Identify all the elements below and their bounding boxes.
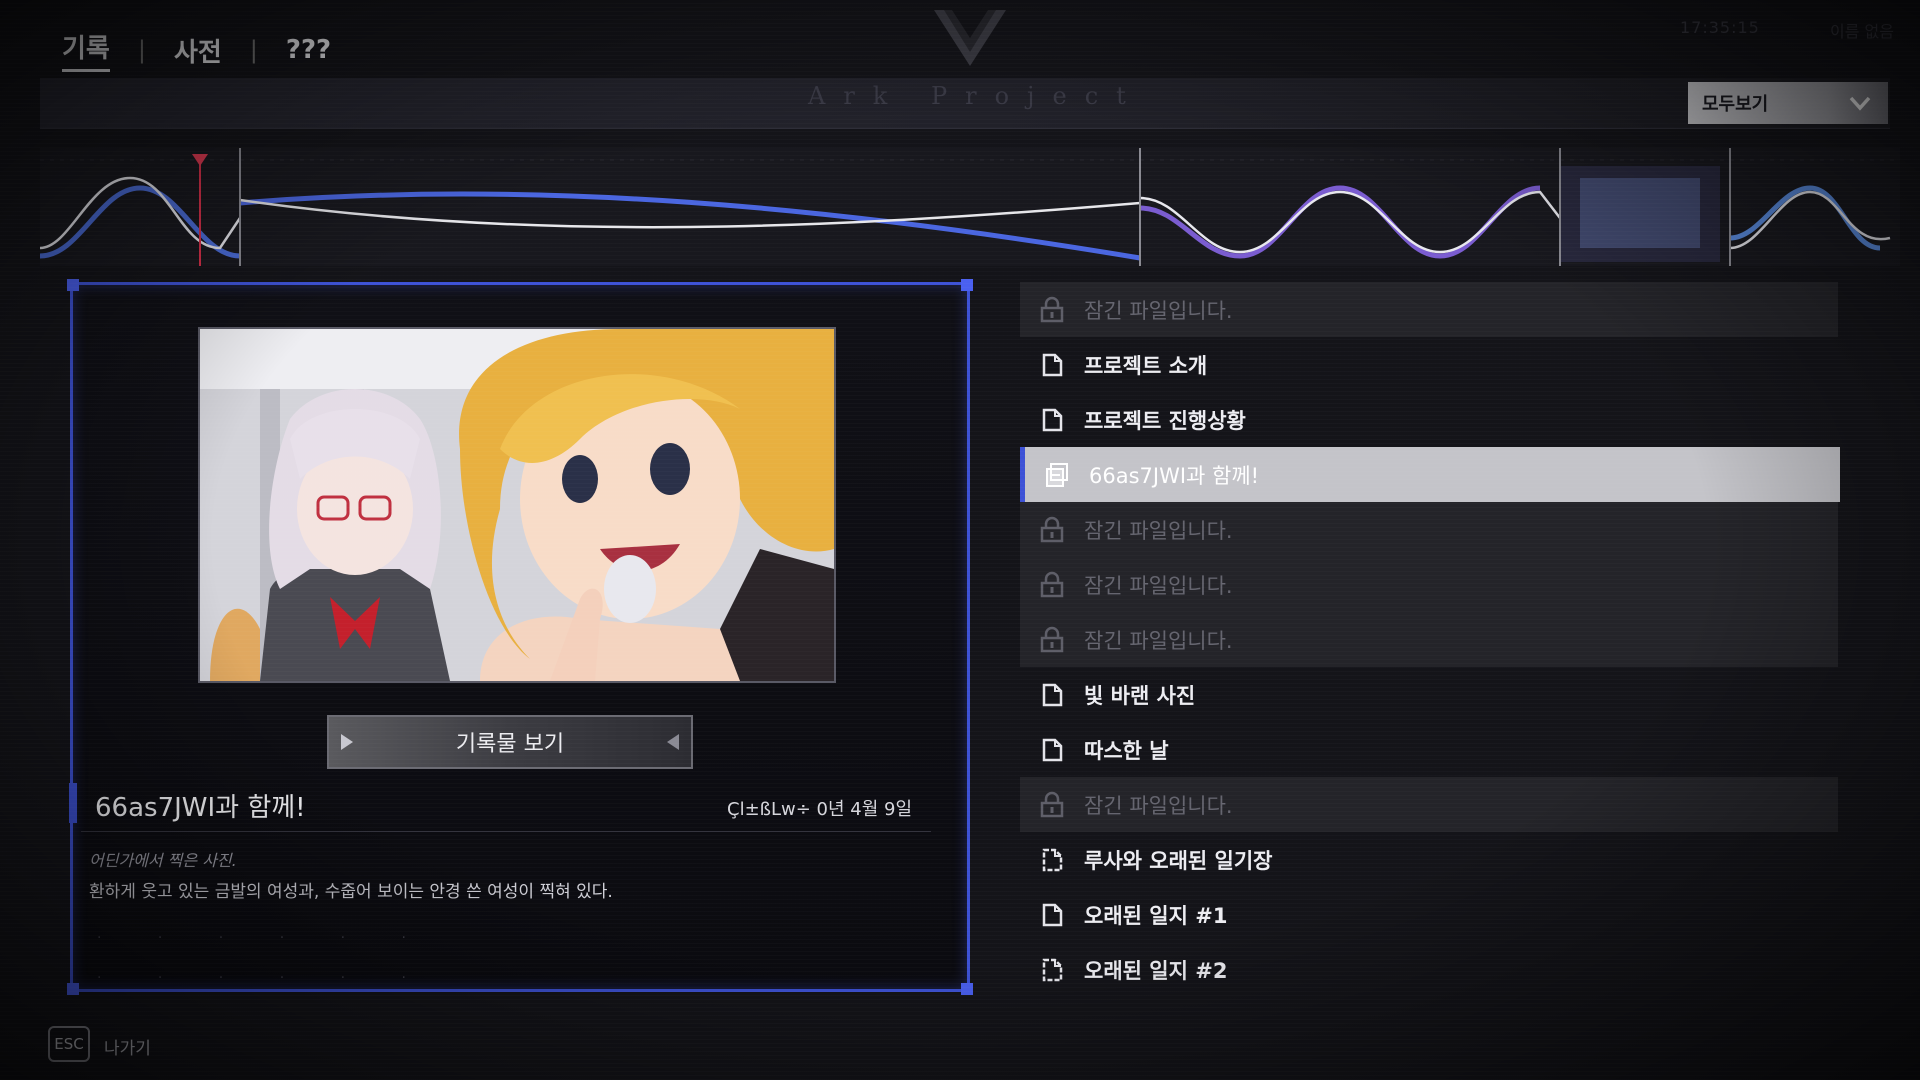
- filter-label: 모두보기: [1702, 94, 1769, 115]
- list-item[interactable]: 프로젝트 소개: [1020, 337, 1840, 392]
- view-record-label: 기록물 보기: [455, 732, 565, 757]
- list-item-label: 잠긴 파일입니다.: [1084, 298, 1233, 323]
- list-item[interactable]: 잠긴 파일입니다.: [1020, 502, 1838, 557]
- top-nav: 기록 | 사전 | ???: [62, 28, 331, 72]
- list-item[interactable]: 잠긴 파일입니다.: [1020, 612, 1838, 667]
- list-item[interactable]: 프로젝트 진행상황: [1020, 392, 1840, 447]
- lock-icon: [1038, 626, 1066, 654]
- list-item-label: 잠긴 파일입니다.: [1084, 628, 1233, 653]
- list-item-label: 루사와 오래된 일기장: [1084, 848, 1273, 873]
- list-item-label: 잠긴 파일입니다.: [1084, 793, 1233, 818]
- list-item-label: 잠긴 파일입니다.: [1084, 573, 1233, 598]
- list-item[interactable]: 잠긴 파일입니다.: [1020, 282, 1838, 337]
- record-thumbnail: [198, 327, 836, 683]
- esc-key[interactable]: ESC: [48, 1026, 90, 1062]
- view-record-button[interactable]: 기록물 보기: [327, 715, 693, 769]
- decorative-dots: · · · · · ·: [97, 970, 432, 986]
- decorative-dots: · · · · · ·: [97, 930, 432, 946]
- panel-corner: [67, 279, 79, 291]
- entry-divider: [81, 831, 931, 832]
- list-item-label: 오래된 일지 #2: [1084, 958, 1228, 983]
- lock-icon: [1038, 296, 1066, 324]
- timeline-waveform[interactable]: [40, 148, 1900, 266]
- lock-icon: [1038, 516, 1066, 544]
- entry-title-accent: [69, 783, 77, 823]
- ark-logo-icon: [934, 10, 1006, 66]
- list-item-label: 오래된 일지 #1: [1084, 903, 1228, 928]
- lock-icon: [1038, 571, 1066, 599]
- panel-corner: [961, 983, 973, 995]
- entry-description-line2: 환하게 웃고 있는 금발의 여성과, 수줍어 보이는 안경 쓴 여성이 찍혀 있…: [89, 882, 613, 902]
- arrow-left-icon: [667, 734, 679, 750]
- lock-icon: [1038, 791, 1066, 819]
- list-item[interactable]: 잠긴 파일입니다.: [1020, 557, 1838, 612]
- file-list: 잠긴 파일입니다. 프로젝트 소개 프로젝트 진행상황 66as7JWI과 함께…: [1020, 282, 1840, 997]
- list-item[interactable]: 따스한 날: [1020, 722, 1840, 777]
- page-subtitle: Ark Project: [808, 82, 1144, 110]
- illustration-image: [200, 329, 834, 681]
- document-icon: [1038, 901, 1066, 929]
- list-item-label: 66as7JWI과 함께!: [1089, 463, 1260, 488]
- list-item[interactable]: 오래된 일지 #2: [1020, 942, 1840, 997]
- document-icon: [1038, 736, 1066, 764]
- arrow-right-icon: [341, 734, 353, 750]
- image-file-icon: [1043, 461, 1071, 489]
- tab-dictionary[interactable]: 사전: [174, 32, 222, 69]
- entry-date: Çl±ßLw÷ 0년 4월 9일: [727, 799, 913, 820]
- clock: 17:35:15: [1680, 18, 1760, 37]
- document-icon: [1038, 406, 1066, 434]
- entry-description-line1: 어딘가에서 찍은 사진.: [89, 851, 237, 870]
- exit-label[interactable]: 나가기: [104, 1034, 151, 1059]
- chevron-down-icon: [1849, 96, 1871, 111]
- list-item-label: 프로젝트 소개: [1084, 353, 1208, 378]
- list-item[interactable]: 66as7JWI과 함께!: [1020, 447, 1840, 502]
- panel-corner: [67, 983, 79, 995]
- nav-separator: |: [249, 36, 258, 64]
- document-icon: [1038, 681, 1066, 709]
- list-item-label: 프로젝트 진행상황: [1084, 408, 1246, 433]
- list-item-label: 따스한 날: [1084, 738, 1169, 763]
- list-item-label: 빛 바랜 사진: [1084, 683, 1196, 708]
- panel-corner: [961, 279, 973, 291]
- list-item[interactable]: 빛 바랜 사진: [1020, 667, 1840, 722]
- filter-dropdown[interactable]: 모두보기: [1688, 82, 1888, 124]
- entry-title: 66as7JWI과 함께!: [95, 793, 306, 823]
- list-item[interactable]: 루사와 오래된 일기장: [1020, 832, 1840, 887]
- glitched-document-icon: [1038, 846, 1066, 874]
- list-item-label: 잠긴 파일입니다.: [1084, 518, 1233, 543]
- glitched-document-icon: [1038, 956, 1066, 984]
- tab-unknown[interactable]: ???: [286, 35, 331, 65]
- list-item[interactable]: 잠긴 파일입니다.: [1020, 777, 1838, 832]
- nav-separator: |: [137, 36, 146, 64]
- user-name: 이름 없음: [1830, 22, 1894, 41]
- tab-records[interactable]: 기록: [62, 28, 110, 72]
- document-icon: [1038, 351, 1066, 379]
- record-detail-panel: 기록물 보기 66as7JWI과 함께! Çl±ßLw÷ 0년 4월 9일 어딘…: [67, 279, 973, 995]
- list-item[interactable]: 오래된 일지 #1: [1020, 887, 1840, 942]
